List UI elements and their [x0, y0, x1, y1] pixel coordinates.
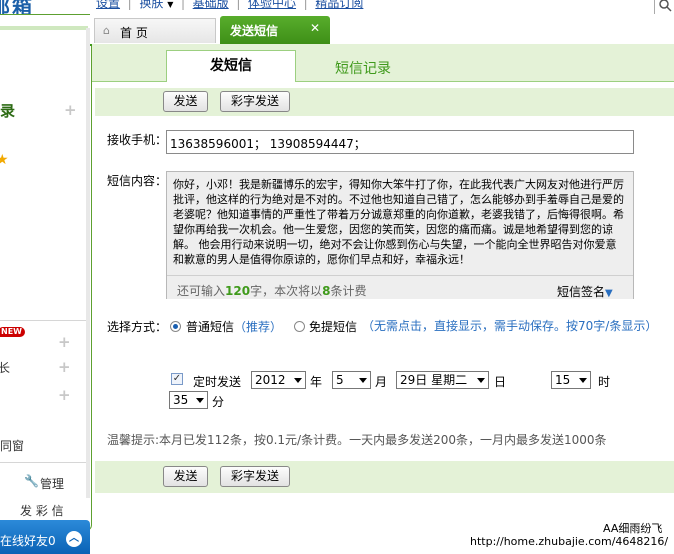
hour-unit: 时 — [598, 375, 611, 389]
sidebar-scrollbar[interactable] — [86, 28, 90, 498]
close-icon[interactable]: ✕ — [310, 21, 320, 35]
mms-link[interactable]: 发 彩 信 — [20, 502, 64, 519]
manage-link[interactable]: 管理 — [40, 475, 64, 492]
method-free-radio[interactable] — [294, 321, 305, 332]
month-select[interactable]: 5 — [332, 371, 371, 389]
experience-center-link[interactable]: 体验中心 — [248, 0, 296, 10]
signature-dropdown[interactable]: 短信签名▼ — [557, 283, 613, 300]
send-button[interactable]: 发送 — [163, 91, 208, 112]
online-friends-label: 在线好友0 — [0, 534, 56, 548]
sms-content-textarea[interactable]: 你好，小邓！我是新疆博乐的宏宇，得知你大笨牛打了你，在此我代表广大网友对他进行严… — [166, 171, 634, 299]
signature-label: 短信签名 — [557, 285, 606, 299]
content-label: 短信内容： — [107, 174, 168, 188]
year-select[interactable]: 2012 — [251, 371, 306, 389]
subscription-link[interactable]: 精品订阅 — [315, 0, 363, 10]
chevron-down-icon: ▼ — [605, 288, 613, 299]
day-unit: 日 — [494, 375, 507, 389]
tab-send-sms[interactable]: 发送短信 ✕ — [220, 16, 330, 44]
color-send-button[interactable]: 彩字发送 — [220, 466, 290, 487]
recipient-value: 13638596001； 13908594447； — [170, 137, 366, 151]
recipient-field[interactable]: 13638596001； 13908594447； — [166, 130, 634, 154]
sidebar-section[interactable]: 录 — [0, 100, 15, 121]
year-unit: 年 — [310, 375, 323, 389]
sidebar-item[interactable]: 长 — [0, 359, 10, 376]
hour-select[interactable]: 15 — [551, 371, 591, 389]
new-badge: NEW — [0, 327, 25, 337]
add-icon[interactable]: + — [58, 358, 71, 376]
skin-link[interactable]: 换肤 — [139, 0, 163, 10]
scheduled-label[interactable]: 定时发送 — [193, 373, 241, 390]
method-normal-note: （推荐） — [234, 320, 283, 334]
method-normal-radio[interactable] — [170, 321, 181, 332]
subtab-records[interactable]: 短信记录 — [335, 58, 391, 78]
remaining-count: 120 — [225, 284, 251, 298]
sidebar-divider — [0, 320, 88, 321]
tab-home[interactable]: ⌂ 首 页 — [94, 18, 216, 43]
recipient-label: 接收手机： — [107, 133, 168, 147]
basic-version-link[interactable]: 基础版 — [193, 0, 229, 10]
watermark-author: AA细雨纷飞 — [603, 522, 663, 535]
subtab-send[interactable]: 发短信 — [166, 50, 296, 82]
method-free-label[interactable]: 免提短信 — [309, 318, 357, 335]
sidebar-item[interactable]: 同窗 — [0, 437, 24, 454]
tab-home-label: 首 页 — [120, 26, 148, 40]
day-select[interactable]: 29日 星期二 — [396, 371, 489, 389]
chevron-up-icon[interactable]: ︿ — [66, 531, 82, 547]
wrench-icon: 🔧 — [24, 474, 39, 488]
watermark-url: http://home.zhubajie.com/4648216/ — [470, 535, 669, 548]
search-icon — [659, 0, 672, 12]
settings-link[interactable]: 设置 — [96, 0, 120, 10]
char-counter: 还可输入120字，本次将以8条计费 — [177, 284, 367, 298]
color-send-button[interactable]: 彩字发送 — [220, 91, 290, 112]
minute-unit: 分 — [212, 395, 225, 409]
subtab-send-label: 发短信 — [210, 58, 252, 74]
add-icon[interactable]: + — [58, 333, 71, 351]
add-icon[interactable]: + — [64, 101, 77, 119]
sms-content-text: 你好，小邓！我是新疆博乐的宏宇，得知你大笨牛打了你，在此我代表广大网友对他进行严… — [173, 178, 624, 266]
home-icon: ⌂ — [103, 24, 110, 37]
method-label: 选择方式： — [107, 320, 168, 334]
scheduled-checkbox[interactable]: ✓ — [171, 373, 183, 385]
top-nav: 设置 | 换肤 ▼ | 基础版 | 体验中心 | 精品订阅 — [96, 0, 363, 10]
month-unit: 月 — [375, 375, 388, 389]
counter-bar: 还可输入120字，本次将以8条计费 短信签名▼ — [167, 275, 633, 299]
send-button[interactable]: 发送 — [163, 466, 208, 487]
method-normal-label[interactable]: 普通短信（推荐） — [186, 318, 282, 335]
minute-select[interactable]: 35 — [169, 391, 208, 409]
sidebar-top-strip — [0, 26, 88, 30]
sidebar-divider — [0, 462, 88, 463]
method-free-note: （无需点击，直接显示，需手动保存。按70字/条显示） — [362, 319, 658, 333]
add-icon[interactable]: + — [58, 386, 71, 404]
skin-dropdown-icon[interactable]: ▼ — [167, 0, 173, 9]
tab-send-sms-label: 发送短信 — [230, 24, 279, 38]
tip-text: 温馨提示:本月已发112条，按0.1元/条计费。一天内最多发送200条，一月内最… — [107, 433, 607, 447]
star-icon: ★ — [0, 152, 9, 168]
